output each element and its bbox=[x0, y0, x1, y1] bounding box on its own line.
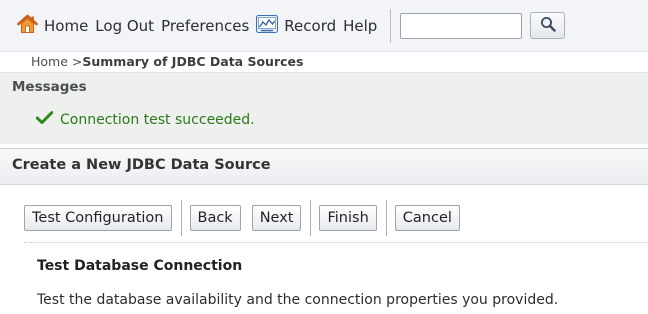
help-label: Help bbox=[343, 16, 378, 35]
messages-title: Messages bbox=[12, 79, 87, 95]
top-toolbar: Home Log Out Preferences Record Help bbox=[0, 0, 648, 52]
logout-label: Log Out bbox=[95, 16, 155, 35]
next-button[interactable]: Next bbox=[251, 205, 302, 231]
preferences-label: Preferences bbox=[161, 16, 250, 35]
message-item: Connection test succeeded. bbox=[35, 111, 255, 128]
section-title: Test Database Connection bbox=[37, 258, 243, 274]
breadcrumb-current[interactable]: Summary of JDBC Data Sources bbox=[82, 54, 303, 69]
messages-panel: Messages Connection test succeeded. bbox=[0, 72, 648, 144]
back-button[interactable]: Back bbox=[189, 205, 241, 231]
button-divider bbox=[180, 200, 182, 236]
breadcrumb: Home >Summary of JDBC Data Sources bbox=[31, 53, 303, 71]
record-icon bbox=[256, 14, 279, 37]
search-button[interactable] bbox=[530, 12, 566, 39]
button-divider bbox=[385, 200, 387, 236]
button-divider bbox=[310, 200, 312, 236]
panel-title: Create a New JDBC Data Source bbox=[12, 157, 271, 173]
create-datasource-panel: Create a New JDBC Data Source Test Confi… bbox=[0, 148, 648, 314]
search-icon bbox=[540, 16, 556, 36]
record-label: Record bbox=[284, 16, 337, 35]
message-text: Connection test succeeded. bbox=[60, 111, 255, 128]
logout-link[interactable]: Log Out bbox=[95, 17, 154, 35]
search-input[interactable] bbox=[400, 12, 523, 39]
home-label: Home bbox=[44, 16, 89, 35]
breadcrumb-home-link[interactable]: Home > bbox=[31, 54, 82, 69]
home-link[interactable]: Home bbox=[17, 14, 88, 38]
cancel-button[interactable]: Cancel bbox=[394, 205, 460, 231]
preferences-link[interactable]: Preferences bbox=[161, 17, 249, 35]
toolbar-divider bbox=[390, 8, 392, 43]
checkmark-icon bbox=[35, 111, 54, 128]
test-configuration-button[interactable]: Test Configuration bbox=[24, 205, 172, 231]
home-icon bbox=[17, 14, 38, 38]
section-divider bbox=[24, 242, 648, 243]
wizard-button-bar: Test Configuration Back Next Finish Canc… bbox=[24, 200, 460, 236]
panel-header: Create a New JDBC Data Source bbox=[0, 149, 648, 185]
help-link[interactable]: Help bbox=[343, 17, 377, 35]
finish-button[interactable]: Finish bbox=[319, 205, 377, 231]
record-link[interactable]: Record bbox=[256, 14, 337, 37]
section-description: Test the database availability and the c… bbox=[37, 292, 559, 308]
